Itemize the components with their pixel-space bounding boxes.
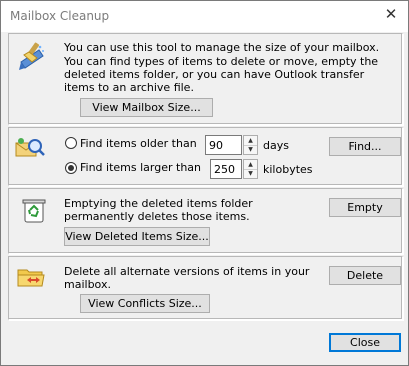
find-older-radio[interactable]: [65, 137, 77, 149]
view-conflicts-size-button[interactable]: View Conflicts Size...: [80, 294, 210, 313]
find-items-icon: [15, 138, 45, 157]
mailbox-cleanup-broom-icon: [19, 42, 44, 70]
conflicts-folder-icon: [17, 269, 45, 287]
find-button[interactable]: Find...: [329, 137, 401, 156]
find-larger-label: Find items larger than: [80, 161, 202, 174]
recycle-bin-icon: [22, 199, 46, 223]
find-larger-radio[interactable]: [65, 162, 77, 174]
delete-button[interactable]: Delete: [329, 266, 401, 285]
days-unit-label: days: [263, 139, 289, 152]
title-bar: Mailbox Cleanup ✕: [1, 1, 408, 32]
kilobytes-input[interactable]: [210, 159, 242, 179]
view-mailbox-size-button[interactable]: View Mailbox Size...: [80, 98, 213, 117]
find-items-group: Find items older than ▲ ▼ days Find item…: [8, 127, 403, 186]
kilobytes-unit-label: kilobytes: [263, 163, 313, 176]
days-input[interactable]: [205, 135, 242, 155]
spin-down-icon[interactable]: ▼: [244, 145, 257, 154]
deleted-description: Emptying the deleted items folder perman…: [64, 197, 253, 223]
mailbox-description: You can find types of items to delete or…: [64, 55, 379, 94]
empty-button[interactable]: Empty: [329, 198, 401, 217]
mailbox-cleanup-dialog: Mailbox Cleanup ✕ You can use this tool …: [0, 0, 409, 366]
days-spinner[interactable]: ▲ ▼: [243, 135, 258, 155]
spin-down-icon[interactable]: ▼: [244, 169, 257, 178]
close-icon[interactable]: ✕: [384, 7, 398, 22]
conflicts-description: Delete all alternate versions of items i…: [64, 265, 310, 291]
view-deleted-items-size-button[interactable]: View Deleted Items Size...: [64, 227, 210, 246]
find-older-label: Find items older than: [80, 137, 197, 150]
kilobytes-spinner[interactable]: ▲ ▼: [243, 159, 258, 179]
intro-text: You can use this tool to manage the size…: [64, 41, 380, 54]
conflicts-group: Delete all alternate versions of items i…: [8, 256, 403, 320]
close-button[interactable]: Close: [329, 333, 401, 352]
deleted-items-group: Emptying the deleted items folder perman…: [8, 188, 403, 254]
mailbox-size-group: You can use this tool to manage the size…: [8, 33, 403, 125]
window-title: Mailbox Cleanup: [10, 9, 110, 23]
